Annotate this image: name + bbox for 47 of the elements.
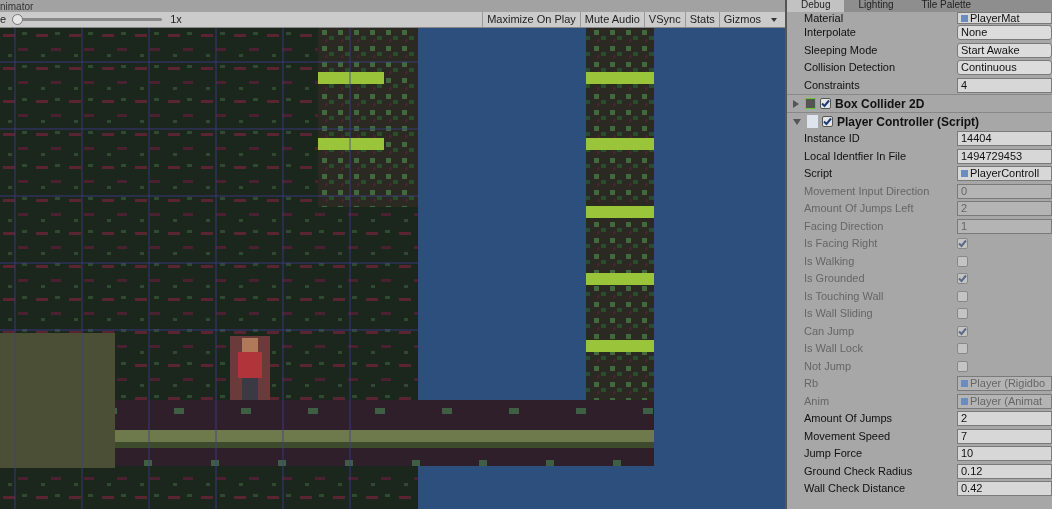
property-label: Constraints — [804, 79, 861, 91]
property-label: Script — [804, 168, 834, 180]
object-field[interactable]: PlayerControll — [957, 166, 1052, 182]
property-label: Not Jump — [804, 360, 853, 372]
panel-tab[interactable]: nimator — [0, 2, 34, 12]
dropdown[interactable]: Start Awake — [957, 42, 1052, 58]
property-label: Material — [804, 12, 845, 24]
value-field[interactable]: 1494729453 — [957, 148, 1052, 164]
property-label: Local Identfier In File — [804, 150, 908, 162]
scale-value: 1x — [170, 14, 182, 25]
property-label: Anim — [804, 395, 831, 407]
component-title: Player Controller (Script) — [837, 113, 980, 131]
property-label: Amount Of Jumps — [804, 413, 894, 425]
property-label: Collision Detection — [804, 62, 897, 74]
property-label: Is Facing Right — [804, 238, 879, 250]
property-label: Movement Speed — [804, 430, 892, 442]
value-field[interactable]: 7 — [957, 428, 1052, 444]
property-label: Rb — [804, 378, 820, 390]
inspector-tab[interactable]: Debug — [787, 0, 845, 12]
object-field[interactable]: PlayerMat — [957, 12, 1052, 24]
property-label: Can Jump — [804, 325, 856, 337]
component-title: Box Collider 2D — [835, 95, 925, 113]
property-label: Sleeping Mode — [804, 44, 879, 56]
property-label: Wall Check Distance — [804, 483, 907, 495]
value-field[interactable]: 14404 — [957, 131, 1052, 147]
value-field[interactable]: 2 — [957, 411, 1052, 427]
value-field[interactable]: 0.42 — [957, 481, 1052, 497]
value-field[interactable]: 10 — [957, 446, 1052, 462]
value-field[interactable]: 0.12 — [957, 463, 1052, 479]
property-label: Is Wall Lock — [804, 343, 864, 355]
inspector-tab[interactable]: Lighting — [844, 0, 908, 12]
property-label: Is Walking — [804, 255, 856, 267]
scale-label: e — [0, 14, 7, 25]
property-label: Amount Of Jumps Left — [804, 203, 915, 215]
dropdown[interactable]: None — [957, 25, 1052, 41]
property-label: Is Wall Sliding — [804, 308, 874, 320]
property-label: Movement Input Direction — [804, 185, 931, 197]
inspector-tab[interactable]: Tile Palette — [907, 0, 986, 12]
property-label: Instance ID — [804, 133, 861, 145]
value-field[interactable]: 4 — [957, 77, 1052, 93]
property-label: Is Grounded — [804, 273, 866, 285]
property-label: Interpolate — [804, 27, 857, 39]
dropdown[interactable]: Continuous — [957, 60, 1052, 76]
property-label: Ground Check Radius — [804, 465, 914, 477]
property-label: Jump Force — [804, 448, 864, 460]
property-label: Facing Direction — [804, 220, 885, 232]
property-label: Is Touching Wall — [804, 290, 885, 302]
